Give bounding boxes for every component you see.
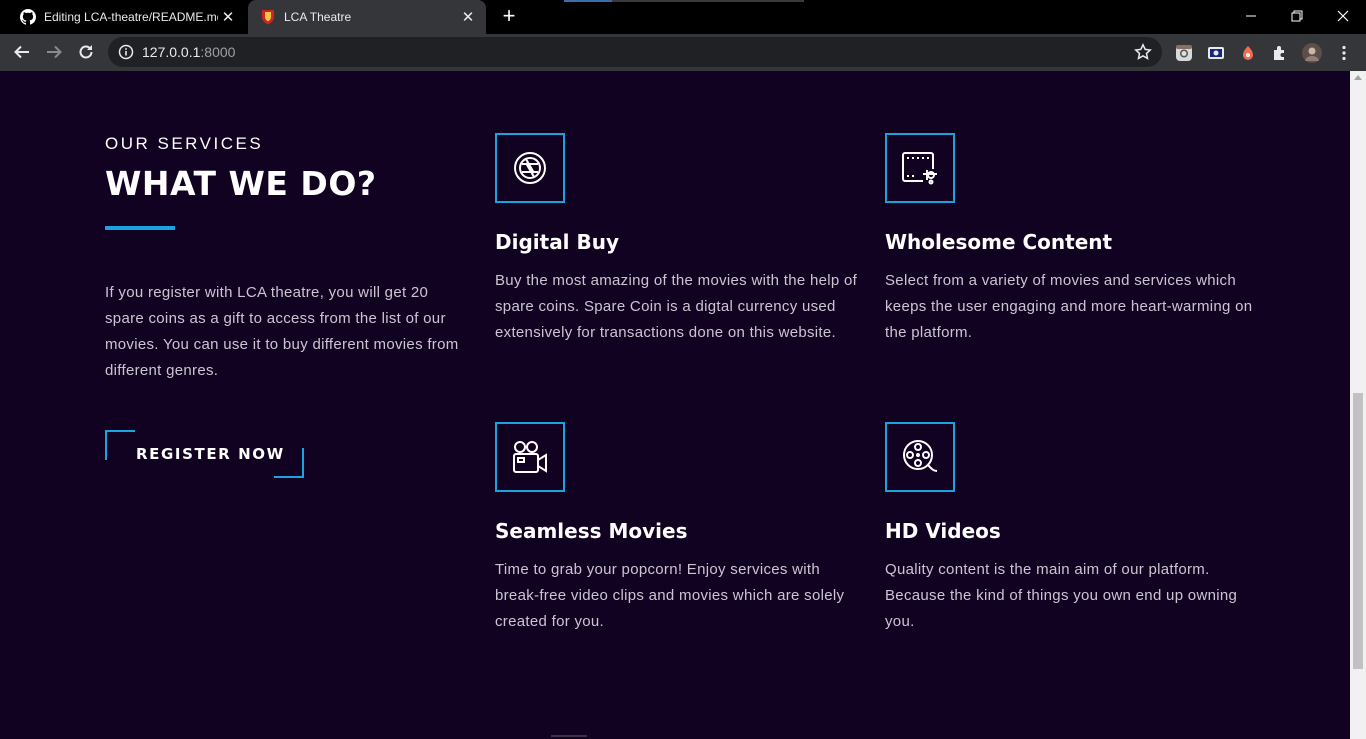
reload-button[interactable] bbox=[72, 38, 100, 66]
service-icon-box bbox=[495, 133, 565, 203]
aperture-icon bbox=[514, 152, 546, 184]
service-icon-box bbox=[885, 133, 955, 203]
service-icon-box bbox=[885, 422, 955, 492]
service-card-digital-buy: Digital Buy Buy the most amazing of the … bbox=[495, 133, 865, 346]
minimize-button[interactable] bbox=[1228, 0, 1274, 32]
tab-title: Editing LCA-theatre/README.md bbox=[44, 10, 218, 24]
service-title: Wholesome Content bbox=[885, 230, 1113, 254]
section-heading: WHAT WE DO? bbox=[105, 164, 377, 203]
arrow-left-icon bbox=[14, 45, 29, 59]
film-edit-icon bbox=[902, 152, 937, 185]
avatar[interactable] bbox=[1302, 43, 1322, 63]
tab-title: LCA Theatre bbox=[284, 10, 352, 24]
browser-toolbar: 127.0.0.1:8000 bbox=[0, 34, 1366, 71]
service-description: Quality content is the main aim of our p… bbox=[885, 561, 1238, 630]
corner-top-left-decoration bbox=[105, 430, 135, 460]
back-button[interactable] bbox=[8, 38, 36, 66]
service-card-wholesome-content: Wholesome Content Select from a variety … bbox=[885, 133, 1255, 346]
service-description: Buy the most amazing of the movies with … bbox=[495, 272, 858, 341]
close-window-button[interactable] bbox=[1320, 0, 1366, 32]
close-icon[interactable]: ✕ bbox=[218, 7, 238, 27]
forward-button[interactable] bbox=[40, 38, 68, 66]
section-intro: If you register with LCA theatre, you wi… bbox=[105, 284, 459, 379]
page-scrollbar[interactable] bbox=[1350, 71, 1366, 739]
section-eyebrow: OUR SERVICES bbox=[105, 134, 264, 153]
service-title: HD Videos bbox=[885, 519, 1001, 543]
minimize-icon bbox=[1246, 15, 1256, 17]
browser-tab-bar: Editing LCA-theatre/README.md ✕ LCA Thea… bbox=[0, 0, 1366, 34]
bookmark-star-icon[interactable] bbox=[1134, 43, 1152, 61]
address-bar[interactable]: 127.0.0.1:8000 bbox=[108, 37, 1162, 67]
close-icon[interactable]: ✕ bbox=[458, 7, 478, 27]
browser-menu-icon[interactable] bbox=[1334, 43, 1354, 63]
arrow-right-icon bbox=[47, 45, 62, 59]
bottom-divider bbox=[551, 735, 587, 737]
puzzle-extensions-icon[interactable] bbox=[1270, 43, 1290, 63]
scroll-up-arrow-icon[interactable] bbox=[1354, 75, 1362, 80]
scrollbar-thumb[interactable] bbox=[1353, 393, 1363, 669]
film-reel-icon bbox=[903, 440, 938, 472]
info-icon[interactable] bbox=[118, 44, 134, 60]
service-card-hd-videos: HD Videos Quality content is the main ai… bbox=[885, 422, 1255, 635]
url-text: 127.0.0.1:8000 bbox=[142, 44, 236, 60]
instagram-extension-icon[interactable] bbox=[1174, 43, 1194, 63]
browser-tab-readme[interactable]: Editing LCA-theatre/README.md ✕ bbox=[8, 0, 246, 34]
service-title: Digital Buy bbox=[495, 230, 620, 254]
browser-tab-lca-theatre[interactable]: LCA Theatre ✕ bbox=[248, 0, 486, 34]
service-icon-box bbox=[495, 422, 565, 492]
services-section: OUR SERVICES WHAT WE DO? If you register… bbox=[0, 71, 1350, 739]
close-window-icon bbox=[1337, 10, 1349, 22]
service-title: Seamless Movies bbox=[495, 519, 688, 543]
tab-strip-indicator bbox=[564, 0, 804, 2]
movie-camera-icon bbox=[513, 441, 547, 473]
restore-button[interactable] bbox=[1274, 0, 1320, 32]
new-tab-button[interactable]: + bbox=[496, 5, 522, 29]
lca-logo-icon bbox=[260, 9, 276, 25]
register-now-label: REGISTER NOW bbox=[136, 445, 285, 463]
restore-icon bbox=[1291, 10, 1303, 22]
service-card-seamless-movies: Seamless Movies Time to grab your popcor… bbox=[495, 422, 865, 635]
heading-underline bbox=[105, 226, 175, 230]
reload-icon bbox=[79, 45, 93, 59]
register-now-button[interactable]: REGISTER NOW bbox=[105, 430, 304, 478]
service-description: Time to grab your popcorn! Enjoy service… bbox=[495, 561, 845, 630]
github-icon bbox=[20, 9, 36, 25]
honey-extension-icon[interactable] bbox=[1238, 43, 1258, 63]
screen-extension-icon[interactable] bbox=[1206, 43, 1226, 63]
service-description: Select from a variety of movies and serv… bbox=[885, 272, 1253, 341]
